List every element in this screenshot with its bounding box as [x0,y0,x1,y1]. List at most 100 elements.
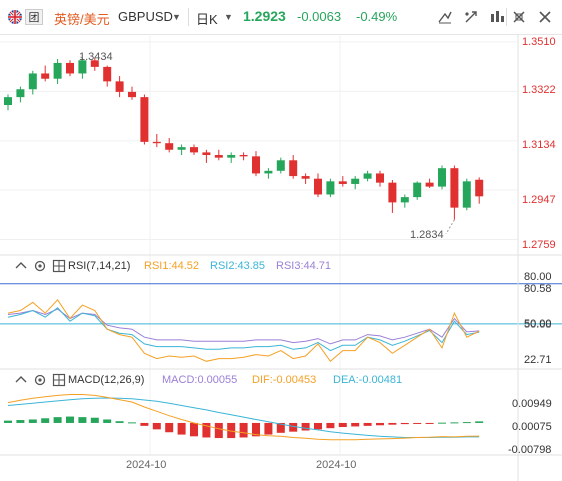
rsi-axis-label: 80.58 [524,283,552,295]
candle-body [314,178,322,195]
gear-icon[interactable] [33,259,47,273]
time-axis-label: 2024-10 [316,459,357,471]
candle-body [227,155,236,158]
price-axis-label: 1.3134 [522,139,556,151]
macd-bar [400,422,409,425]
candle-body [115,81,124,92]
candle-body [475,179,484,197]
candle-body [289,160,298,177]
macd-bar [363,422,372,426]
macd-bar [475,421,484,423]
macd-series [4,394,484,441]
macd-bar [264,422,273,435]
macd-bar [128,422,136,424]
macd-bar [115,421,124,423]
candle-body [276,160,285,171]
candle-body [28,73,37,90]
low-annotation-line [445,219,455,235]
candle-body [338,181,347,184]
candle-body [376,173,384,183]
indicator-box-icon[interactable] [52,259,66,273]
candle-body [450,168,459,208]
macd-bar [103,419,112,423]
collapse-icon[interactable] [14,259,28,273]
candle-body [140,97,149,142]
macd-bar [66,416,74,423]
candle-body [202,152,211,156]
grid-lines [0,34,518,455]
macd-bar [78,417,87,423]
candle-body [388,182,397,203]
macd-axis-label: 0.00949 [512,398,552,410]
indicator-box-icon[interactable] [52,373,66,387]
rsi2-value: RSI2:43.85 [210,260,266,272]
candle-body [351,178,360,184]
gear-icon[interactable] [33,373,47,387]
macd-bar [314,422,322,430]
collapse-icon[interactable] [14,373,28,387]
candle-body [301,176,310,179]
macd-bar [450,422,459,424]
candle-body [41,73,50,79]
rsi-axis-label: 50.68 [524,319,552,331]
macd-bar [16,420,25,423]
macd-bar [239,422,248,438]
rsi-title[interactable]: RSI(7,14,21) [68,260,130,272]
candle-body [438,168,446,187]
macd-bar [462,422,471,424]
macd-bar [140,422,149,426]
low-annotation: 1.2834 [410,229,444,241]
macd-bar [351,422,360,427]
candle-body [53,62,62,79]
macd-bar [28,419,37,423]
high-annotation: 1.3434 [79,51,113,63]
candle-body [16,89,25,98]
candle-body [128,91,136,98]
macd-bar [425,422,434,424]
macd-axis-label: -0.00798 [508,444,552,456]
macd-bar [326,422,335,429]
macd-bar [338,422,347,428]
macd-bar [301,422,310,431]
macd-bar [90,417,99,423]
candle-body [264,170,273,174]
price-axis-label: 1.2759 [522,239,556,251]
dea-value: DEA:-0.00481 [333,374,403,386]
candle-body [4,97,12,106]
candle-body [252,156,260,174]
macd-bar [376,422,384,426]
price-axis-label: 1.2947 [522,194,556,206]
candle-body [177,147,186,150]
chart-canvas[interactable] [0,0,562,481]
candle-body [214,155,223,158]
rsi1-line [7,298,480,363]
macd-bar [53,417,62,423]
macd-bar [190,422,198,437]
candle-body [239,155,248,157]
macd-bar [152,422,161,430]
macd-bar [388,422,397,425]
candle-body [425,182,434,187]
macd-bar [165,422,174,433]
macd-bar [41,418,50,423]
macd-bar [4,420,12,423]
price-axis-label: 1.3510 [522,36,556,48]
time-axis-label: 2024-10 [126,459,167,471]
candle-body [413,182,422,198]
macd-bar [438,422,446,424]
candle-body [103,66,112,82]
macd-bar [413,422,422,424]
rsi-header: RSI(7,14,21) RSI1:44.52 RSI2:43.85 RSI3:… [0,257,520,277]
rsi1-value: RSI1:44.52 [144,260,200,272]
candle-body [326,181,335,195]
candle-body [363,173,372,179]
candlestick-series [4,56,484,235]
macd-header: MACD(12,26,9) MACD:0.00055 DIF:-0.00453 … [0,371,520,391]
macd-bar [214,422,223,439]
rsi3-value: RSI3:44.71 [276,260,332,272]
macd-title[interactable]: MACD(12,26,9) [68,374,144,386]
candle-body [400,197,409,203]
macd-value: MACD:0.00055 [162,374,238,386]
candle-body [462,181,471,208]
candle-body [66,62,74,74]
